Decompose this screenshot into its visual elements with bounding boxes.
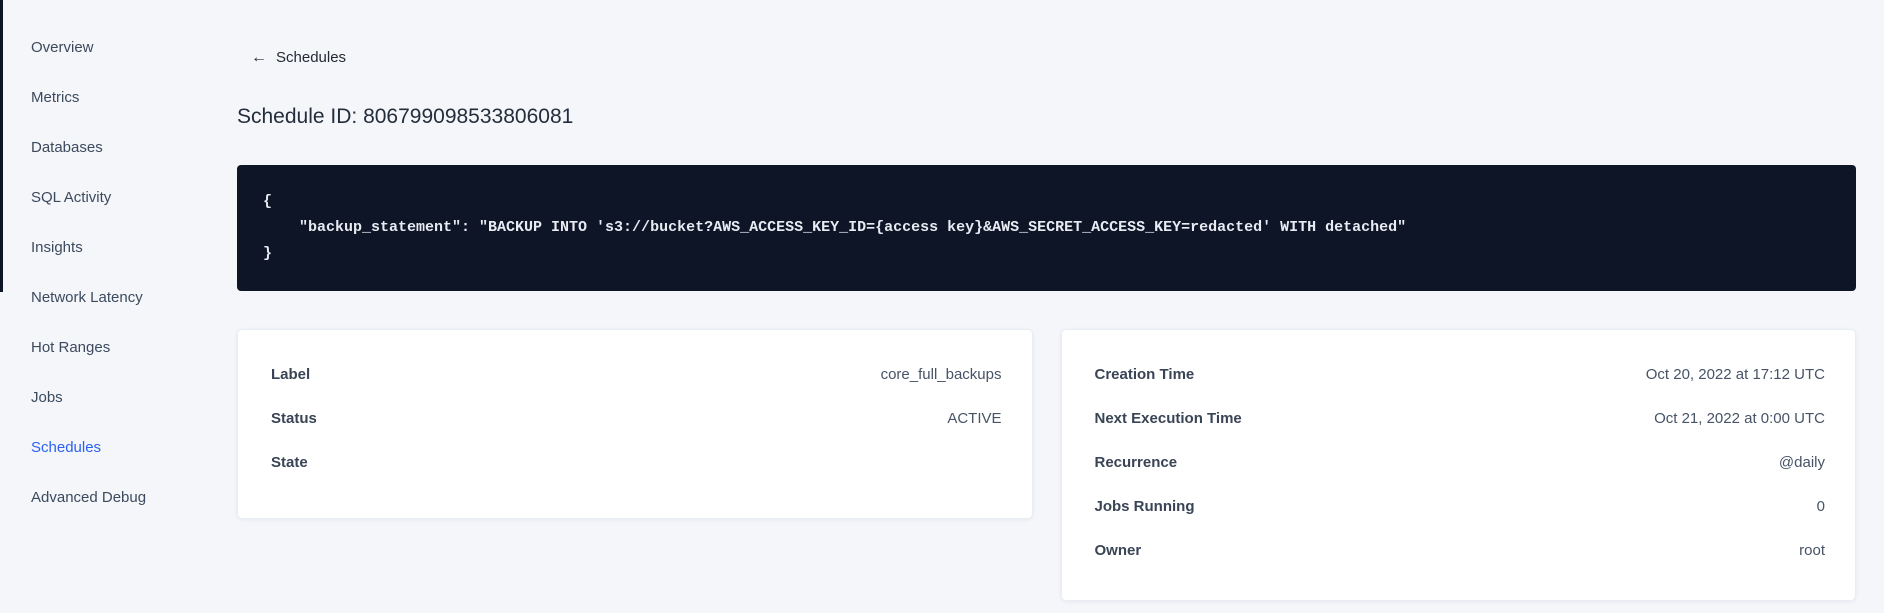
left-edge-strip	[0, 0, 3, 292]
code-line: {	[263, 193, 273, 210]
sidebar-item-schedules[interactable]: Schedules	[0, 423, 237, 473]
sidebar-item-advanced-debug[interactable]: Advanced Debug	[0, 473, 237, 523]
row-label: Recurrence	[1094, 453, 1178, 471]
row-value: Oct 21, 2022 at 0:00 UTC	[1654, 409, 1825, 427]
row-value: Oct 20, 2022 at 17:12 UTC	[1645, 365, 1825, 383]
table-row: Label core_full_backups	[238, 352, 1032, 396]
row-value: 0	[1816, 497, 1825, 515]
back-arrow-icon: ←	[251, 49, 267, 66]
sidebar-item-sql-activity[interactable]: SQL Activity	[0, 173, 237, 223]
sidebar: Overview Metrics Databases SQL Activity …	[0, 0, 237, 613]
sidebar-item-hot-ranges[interactable]: Hot Ranges	[0, 323, 237, 373]
code-line: }	[263, 245, 273, 262]
sidebar-item-databases[interactable]: Databases	[0, 123, 237, 173]
table-row: Jobs Running 0	[1062, 484, 1856, 528]
table-row: Next Execution Time Oct 21, 2022 at 0:00…	[1062, 396, 1856, 440]
detail-cards: Label core_full_backups Status ACTIVE St…	[237, 329, 1856, 601]
sidebar-item-overview[interactable]: Overview	[0, 23, 237, 73]
table-row: Owner root	[1062, 528, 1856, 572]
row-value: @daily	[1778, 453, 1825, 471]
row-label: Creation Time	[1094, 365, 1195, 383]
row-label: Label	[271, 365, 311, 383]
back-link-label: Schedules	[276, 49, 347, 66]
main-content: ← Schedules Schedule ID: 806799098533806…	[237, 0, 1884, 613]
row-value: core_full_backups	[880, 365, 1002, 383]
sidebar-item-jobs[interactable]: Jobs	[0, 373, 237, 423]
schedule-info-card: Creation Time Oct 20, 2022 at 17:12 UTC …	[1060, 329, 1856, 601]
label-status-card: Label core_full_backups Status ACTIVE St…	[237, 329, 1033, 519]
row-value: ACTIVE	[947, 409, 1002, 427]
sidebar-item-network-latency[interactable]: Network Latency	[0, 273, 237, 323]
backup-statement-code-block: { "backup_statement": "BACKUP INTO 's3:/…	[237, 165, 1856, 291]
row-label: Status	[271, 409, 317, 427]
row-label: State	[271, 453, 308, 471]
code-line: "backup_statement": "BACKUP INTO 's3://b…	[263, 219, 1407, 236]
sidebar-item-metrics[interactable]: Metrics	[0, 73, 237, 123]
table-row: Status ACTIVE	[238, 396, 1032, 440]
back-to-schedules-link[interactable]: ← Schedules	[251, 48, 346, 68]
table-row: Recurrence @daily	[1062, 440, 1856, 484]
table-row: Creation Time Oct 20, 2022 at 17:12 UTC	[1062, 352, 1856, 396]
table-row: State	[238, 440, 1032, 484]
row-value: root	[1799, 541, 1825, 559]
page-title: Schedule ID: 806799098533806081	[237, 105, 574, 128]
row-label: Owner	[1094, 541, 1142, 559]
sidebar-item-insights[interactable]: Insights	[0, 223, 237, 273]
row-label: Jobs Running	[1094, 497, 1195, 515]
row-label: Next Execution Time	[1094, 409, 1242, 427]
page: Overview Metrics Databases SQL Activity …	[0, 0, 1884, 613]
